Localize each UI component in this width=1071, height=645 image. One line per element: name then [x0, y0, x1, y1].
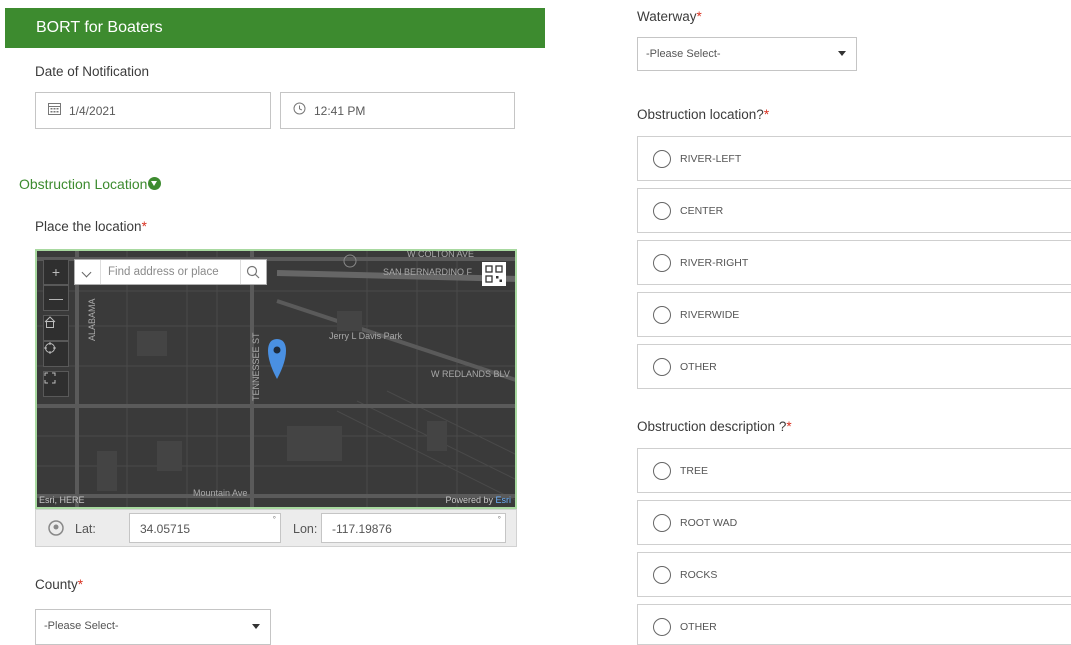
radio-option-rocks[interactable]: ROCKS [637, 552, 1071, 597]
home-icon [44, 316, 56, 328]
clock-icon [293, 102, 307, 116]
obstruction-location-question: Obstruction location?* [637, 107, 769, 122]
required-mark: * [77, 577, 84, 592]
waterway-select[interactable]: -Please Select- [637, 37, 857, 71]
map-pin-icon [268, 339, 286, 379]
location-target-icon[interactable] [46, 518, 66, 543]
search-placeholder: Find address or place [108, 266, 219, 278]
time-value: 12:41 PM [314, 104, 366, 118]
map-street-label: W COLTON AVE [407, 251, 474, 259]
map-basemap: SAN BERNARDINO F W COLTON AVE Jerry L Da… [37, 251, 515, 507]
app-title: BORT for Boaters [36, 19, 163, 36]
section-title: Obstruction Location [19, 176, 148, 192]
degree-symbol: ° [497, 515, 501, 524]
app-header: BORT for Boaters [5, 8, 545, 48]
radio-option-center[interactable]: CENTER [637, 188, 1071, 233]
county-selected-value: -Please Select- [44, 620, 119, 632]
radio-button[interactable] [653, 566, 671, 584]
lon-label: Lon: [293, 522, 318, 536]
caret-down-icon [252, 624, 260, 629]
required-mark: * [696, 9, 702, 24]
option-label: ROCKS [680, 569, 718, 581]
date-value: 1/4/2021 [69, 104, 116, 118]
radio-button[interactable] [653, 462, 671, 480]
map-view[interactable]: SAN BERNARDINO F W COLTON AVE Jerry L Da… [35, 249, 517, 509]
obstruction-location-section-toggle[interactable]: Obstruction Location [19, 176, 162, 192]
radio-option-other-location[interactable]: OTHER [637, 344, 1071, 389]
fullscreen-icon [44, 372, 56, 384]
option-label: ROOT WAD [680, 517, 738, 529]
lat-label: Lat: [75, 522, 96, 536]
home-button[interactable] [43, 315, 69, 341]
place-location-label: Place the location* [35, 219, 147, 234]
locate-icon [44, 342, 56, 354]
waterway-text: Waterway [637, 9, 697, 24]
option-label: RIVER-RIGHT [680, 257, 749, 269]
county-label: County* [35, 577, 83, 592]
radio-option-tree[interactable]: TREE [637, 448, 1071, 493]
radio-button[interactable] [653, 514, 671, 532]
option-label: RIVER-LEFT [680, 153, 742, 165]
required-mark: * [141, 219, 147, 234]
map-street-label: Jerry L Davis Park [329, 331, 403, 341]
search-source-dropdown[interactable] [75, 260, 101, 284]
powered-by-text: Powered by [445, 495, 496, 505]
county-select[interactable]: -Please Select- [35, 609, 271, 645]
radio-option-riverwide[interactable]: RIVERWIDE [637, 292, 1071, 337]
option-label: OTHER [680, 621, 717, 633]
qr-code-icon [485, 265, 503, 283]
calendar-icon [48, 102, 62, 116]
radio-option-river-left[interactable]: RIVER-LEFT [637, 136, 1071, 181]
map-powered-by: Powered by Esri [445, 495, 511, 505]
county-text: County [35, 577, 78, 592]
radio-option-root-wad[interactable]: ROOT WAD [637, 500, 1071, 545]
coordinate-bar: Lat: 34.05715 ° Lon: -117.19876 ° [35, 509, 517, 547]
chevron-down-icon [148, 177, 162, 190]
radio-button[interactable] [653, 150, 671, 168]
latitude-value: 34.05715 [140, 522, 191, 536]
radio-button[interactable] [653, 618, 671, 636]
degree-symbol: ° [272, 515, 276, 524]
radio-option-river-right[interactable]: RIVER-RIGHT [637, 240, 1071, 285]
map-search-box[interactable]: Find address or place [74, 259, 267, 285]
obstruction-location-text: Obstruction location? [637, 107, 764, 122]
map-street-label: TENNESSEE ST [251, 332, 261, 401]
option-label: RIVERWIDE [680, 309, 740, 321]
date-field[interactable]: 1/4/2021 [35, 92, 271, 129]
search-icon [246, 265, 260, 279]
search-button[interactable] [240, 260, 266, 284]
qr-code-button[interactable] [482, 262, 506, 286]
required-mark: * [786, 419, 792, 434]
place-location-text: Place the location [35, 219, 142, 234]
latitude-input[interactable]: 34.05715 ° [129, 513, 281, 543]
obstruction-description-text: Obstruction description ? [637, 419, 787, 434]
time-field[interactable]: 12:41 PM [280, 92, 515, 129]
radio-button[interactable] [653, 358, 671, 376]
fullscreen-button[interactable] [43, 371, 69, 397]
radio-button[interactable] [653, 202, 671, 220]
map-attribution: Esri, HERE [39, 495, 85, 505]
date-of-notification-label: Date of Notification [35, 64, 150, 79]
zoom-in-button[interactable]: + [43, 259, 69, 285]
waterway-label: Waterway* [637, 9, 702, 24]
map-street-label: W REDLANDS BLV [431, 369, 510, 379]
esri-link[interactable]: Esri [496, 495, 512, 505]
option-label: OTHER [680, 361, 717, 373]
longitude-input[interactable]: -117.19876 ° [321, 513, 506, 543]
waterway-selected-value: -Please Select- [646, 48, 721, 60]
map-street-label: SAN BERNARDINO F [383, 267, 473, 277]
locate-button[interactable] [43, 341, 69, 367]
obstruction-description-question: Obstruction description ?* [637, 419, 792, 434]
radio-button[interactable] [653, 306, 671, 324]
required-mark: * [763, 107, 770, 122]
caret-down-icon [838, 51, 846, 56]
map-street-label: ALABAMA [87, 298, 97, 341]
map-street-label: Mountain Ave [193, 488, 247, 498]
longitude-value: -117.19876 [332, 522, 392, 536]
radio-button[interactable] [653, 254, 671, 272]
radio-option-other-description[interactable]: OTHER [637, 604, 1071, 645]
option-label: CENTER [680, 205, 724, 217]
option-label: TREE [680, 465, 709, 477]
zoom-out-button[interactable]: — [43, 285, 69, 311]
